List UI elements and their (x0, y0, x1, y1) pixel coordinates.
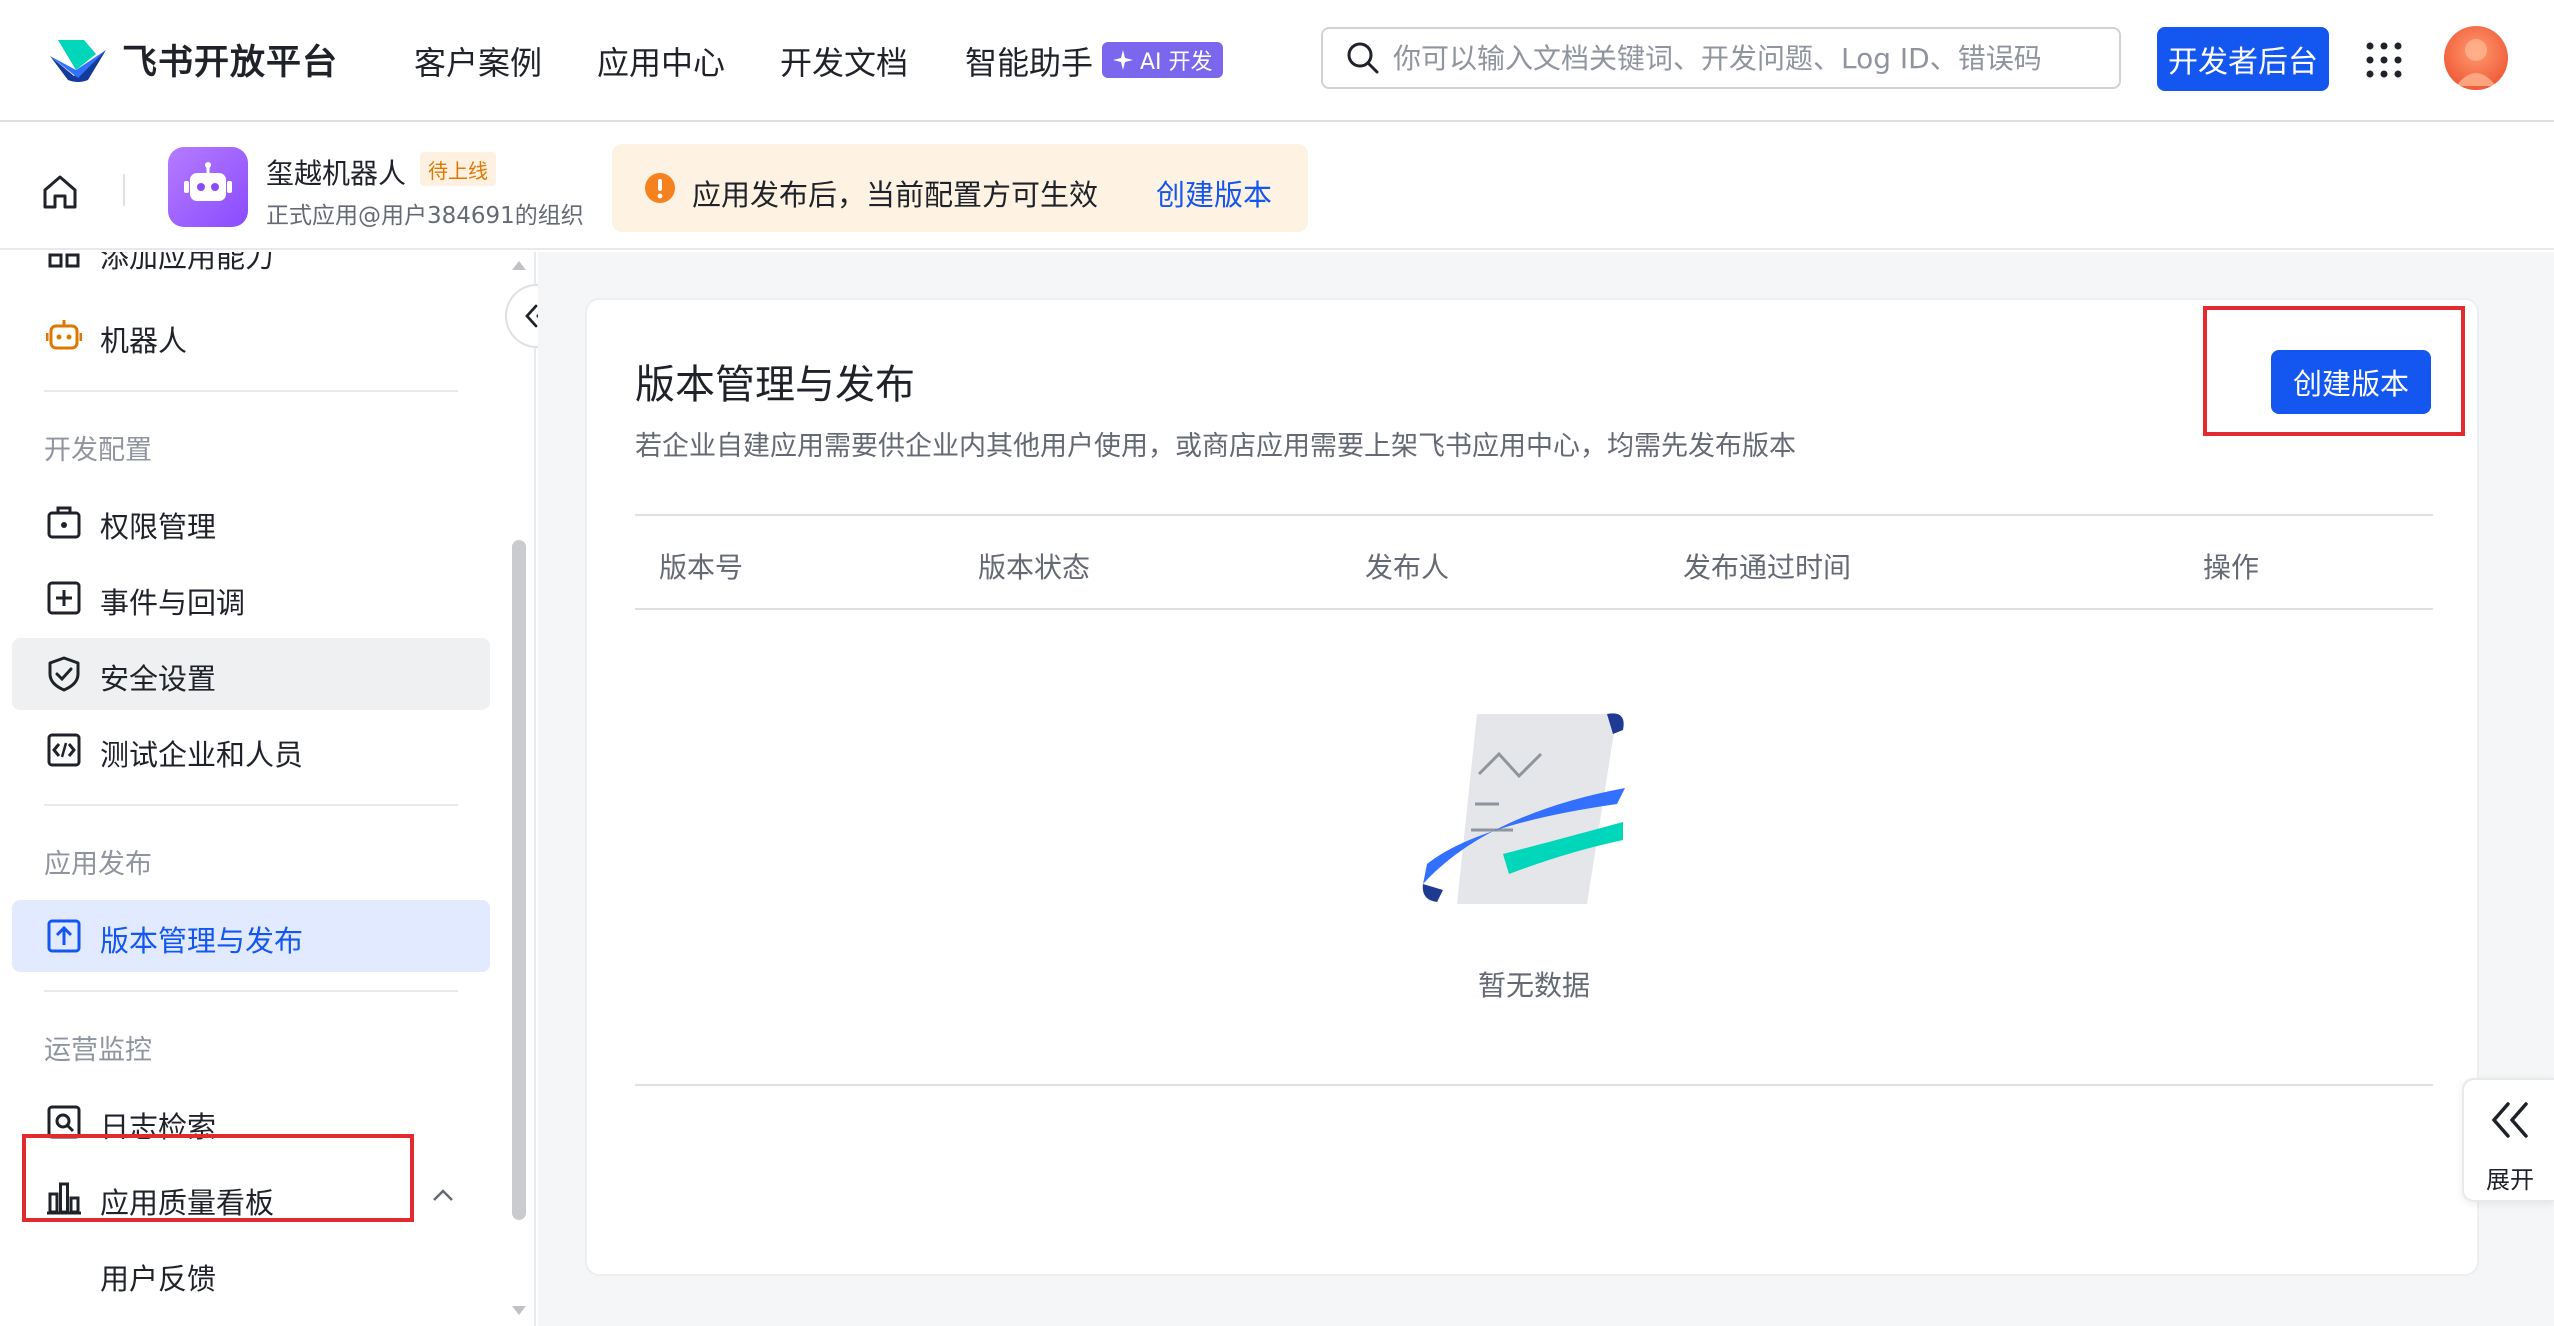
double-chevron-left-icon (2491, 1102, 2528, 1138)
robot-icon (184, 162, 232, 201)
warning-icon (645, 173, 675, 203)
sidebar-divider (44, 390, 458, 392)
highlight-box-create-button (2203, 306, 2465, 436)
empty-document-illustration (1422, 713, 1625, 904)
brand-logo[interactable]: 飞书开放平台 (48, 34, 338, 85)
search-input[interactable] (1393, 41, 2093, 75)
sidebar-item-robot[interactable]: 机器人 (12, 300, 490, 372)
notice-create-version-link[interactable]: 创建版本 (1156, 172, 1272, 214)
empty-state-text: 暂无数据 (1477, 969, 1590, 1002)
version-management-card: 版本管理与发布 若企业自建应用需要供企业内其他用户使用，或商店应用需要上架飞书应… (585, 298, 2479, 1276)
search-box[interactable] (1321, 27, 2121, 89)
column-header-actions: 操作 (2203, 551, 2260, 584)
sidebar-divider (44, 804, 458, 806)
column-header-version: 版本号 (659, 551, 744, 584)
permission-icon (47, 506, 81, 539)
app-header: 玺越机器人 待上线 正式应用@用户384691的组织 应用发布后，当前配置方可生… (0, 124, 2554, 250)
sidebar-item-permissions[interactable]: 权限管理 (12, 486, 490, 558)
sidebar-section-ops-monitoring: 运营监控 (44, 1035, 152, 1066)
shield-icon (48, 656, 80, 692)
expand-panel-tab[interactable]: 展开 (2462, 1078, 2554, 1202)
sidebar-item-version-management[interactable]: 版本管理与发布 (12, 900, 490, 972)
sidebar-item-label: 用户反馈 (100, 1262, 217, 1296)
nav-dev-docs[interactable]: 开发文档 (780, 38, 908, 84)
developer-console-button[interactable]: 开发者后台 (2157, 27, 2329, 91)
sidebar-item-label: 机器人 (100, 324, 188, 358)
sidebar-section-app-publish: 应用发布 (44, 849, 152, 880)
column-header-publisher: 发布人 (1365, 551, 1450, 584)
expand-panel-label: 展开 (2486, 1166, 2534, 1194)
column-header-publish-time: 发布通过时间 (1683, 551, 1852, 584)
nav-smart-assistant[interactable]: 智能助手 (965, 38, 1093, 84)
sidebar-divider (44, 990, 458, 992)
sidebar-item-label: 版本管理与发布 (100, 924, 304, 958)
user-silhouette-icon (2456, 39, 2496, 86)
sidebar-item-security[interactable]: 安全设置 (12, 638, 490, 710)
event-icon (47, 581, 81, 615)
ai-dev-badge[interactable]: AI 开发 (1102, 42, 1223, 78)
nav-app-center[interactable]: 应用中心 (597, 38, 725, 84)
ai-dev-badge-label: AI 开发 (1140, 50, 1213, 75)
sidebar-item-add-capability[interactable]: 添加应用能力 (12, 252, 490, 288)
notice-text: 应用发布后，当前配置方可生效 (692, 178, 1099, 212)
scroll-down-arrow-icon[interactable] (510, 1304, 528, 1318)
table-bottom-divider (635, 1084, 2433, 1086)
sidebar-item-user-feedback[interactable]: 用户反馈 (12, 1238, 490, 1310)
upload-icon (47, 919, 81, 953)
robot-icon (46, 320, 82, 350)
sidebar-item-label: 添加应用能力 (100, 252, 275, 274)
header-divider (123, 174, 125, 206)
add-capability-icon (48, 253, 80, 268)
column-header-status: 版本状态 (978, 551, 1091, 584)
apps-grid-icon[interactable] (2364, 40, 2404, 80)
sidebar: 添加应用能力 机器人 开发配置 权限管理 事件与回调 安全设置 测试企业和人员 … (0, 252, 536, 1326)
sidebar-item-label: 权限管理 (100, 510, 217, 544)
chevron-up-icon[interactable] (432, 1188, 454, 1202)
brand-name: 飞书开放平台 (122, 43, 339, 83)
search-icon (1347, 42, 1379, 74)
app-organization: 正式应用@用户384691的组织 (266, 203, 584, 229)
highlight-box-sidebar (22, 1134, 414, 1222)
feishu-logo-icon (50, 39, 106, 82)
sidebar-item-label: 安全设置 (100, 662, 217, 696)
code-icon (47, 733, 81, 767)
sidebar-item-events[interactable]: 事件与回调 (12, 562, 490, 634)
sparkle-icon (1113, 50, 1133, 70)
publish-notice: 应用发布后，当前配置方可生效 创建版本 (612, 144, 1308, 232)
home-icon[interactable] (40, 172, 80, 212)
status-badge: 待上线 (420, 152, 496, 186)
sidebar-item-label: 事件与回调 (100, 586, 246, 620)
top-navigation: 飞书开放平台 客户案例 应用中心 开发文档 智能助手 AI 开发 开发者后台 (0, 0, 2554, 122)
page-title: 版本管理与发布 (635, 362, 915, 408)
user-avatar[interactable] (2444, 26, 2508, 90)
sidebar-section-dev-config: 开发配置 (44, 435, 152, 466)
sidebar-scroll-thumb[interactable] (512, 540, 526, 1220)
sidebar-item-label: 测试企业和人员 (100, 738, 304, 772)
scroll-up-arrow-icon[interactable] (510, 258, 528, 272)
app-name: 玺越机器人 (266, 157, 407, 190)
app-avatar (168, 147, 248, 227)
sidebar-item-test-users[interactable]: 测试企业和人员 (12, 714, 490, 786)
page-description: 若企业自建应用需要供企业内其他用户使用，或商店应用需要上架飞书应用中心，均需先发… (635, 431, 1796, 462)
nav-customer-cases[interactable]: 客户案例 (414, 38, 542, 84)
version-table-header: 版本号 版本状态 发布人 发布通过时间 操作 (635, 514, 2433, 610)
